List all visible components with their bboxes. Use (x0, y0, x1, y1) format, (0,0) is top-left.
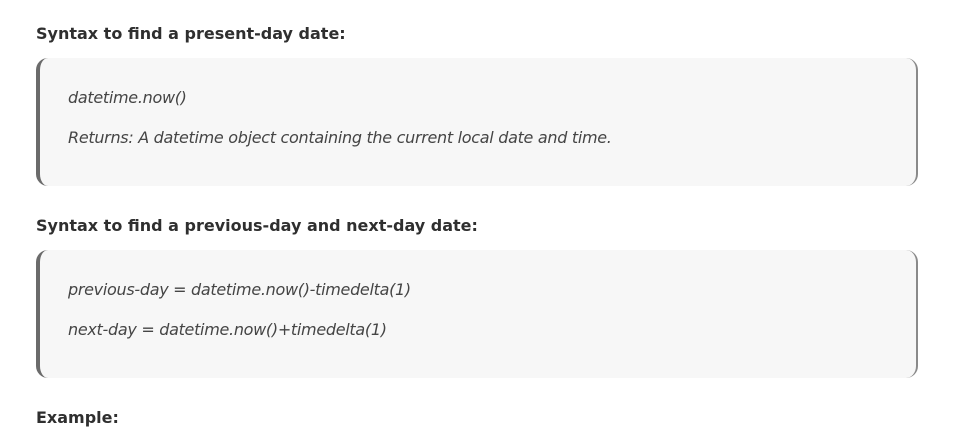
code-line-next-day: next-day = datetime.now()+timedelta(1) (68, 320, 387, 339)
code-block-previous-next-day: previous-day = datetime.now()-timedelta(… (36, 250, 918, 378)
code-line-previous-day: previous-day = datetime.now()-timedelta(… (68, 280, 411, 299)
code-line-returns: Returns: A datetime object containing th… (68, 128, 612, 147)
code-block-present-day: datetime.now() Returns: A datetime objec… (36, 58, 918, 186)
heading-previous-next-day: Syntax to find a previous-day and next-d… (36, 216, 478, 235)
example-heading: Example: (36, 408, 119, 427)
heading-present-day: Syntax to find a present-day date: (36, 24, 346, 43)
code-line-datetime-now: datetime.now() (68, 88, 187, 107)
